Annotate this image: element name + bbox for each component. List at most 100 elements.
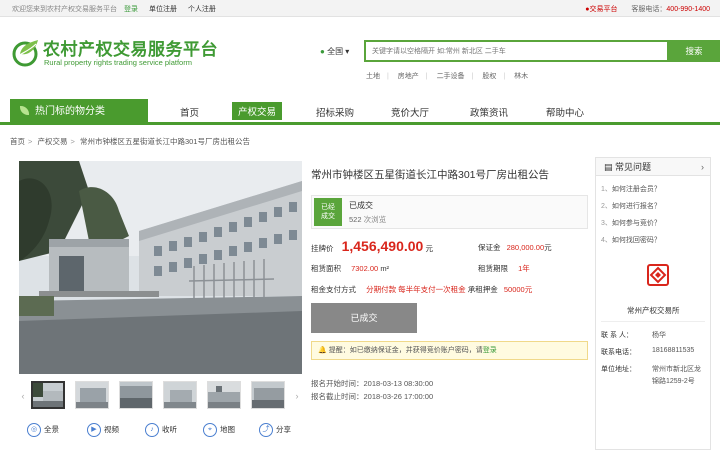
logo-title: 农村产权交易服务平台	[43, 40, 218, 60]
nav-property-trade[interactable]: 产权交易	[232, 102, 283, 120]
thumbnail-strip: ‹ ›	[19, 381, 302, 411]
transaction-done-button[interactable]: 已成交	[311, 303, 417, 333]
deposit-row: 保证金 280,000.00元	[478, 242, 552, 253]
thumbnail-image	[120, 382, 152, 408]
login-link[interactable]: 登录	[124, 6, 138, 13]
payment-row: 租金支付方式 分期付款 每半年支付一次租金 承租押金 50000元	[311, 284, 532, 295]
share-button[interactable]: ⤴ 分享	[259, 420, 291, 440]
region-selector[interactable]: ● 全国 ▾	[320, 46, 349, 57]
listing-price: 1,456,490.00	[341, 238, 424, 254]
contact-person: 联 系 人： 杨华	[601, 332, 666, 339]
category-menu[interactable]: 热门标的物分类	[10, 99, 148, 125]
video-button[interactable]: ▶ 视频	[87, 420, 119, 440]
leaf-logo-icon	[12, 40, 38, 67]
map-button[interactable]: ⌖ 地图	[203, 420, 235, 440]
thumbnail-image	[33, 383, 63, 407]
start-label: 报名开始时间：	[311, 379, 364, 388]
thumbnail-2[interactable]	[75, 381, 109, 409]
video-icon: ▶	[87, 423, 101, 438]
prev-thumb-arrow[interactable]: ‹	[19, 381, 27, 411]
register-person-link[interactable]: 个人注册	[188, 6, 216, 13]
thumbnail-6[interactable]	[251, 381, 285, 409]
hot-word[interactable]: 林木	[514, 73, 528, 80]
welcome-text: 欢迎您来到农村产权交易服务平台	[12, 6, 117, 13]
nav-bidding-hall[interactable]: 竞价大厅	[391, 105, 429, 119]
area-unit: m²	[380, 264, 390, 273]
location-pin-icon: ●	[320, 47, 325, 56]
faq-header[interactable]: ▤ 常见问题 ›	[596, 158, 710, 176]
faq-item[interactable]: 4、如何找回密码？	[601, 235, 661, 245]
exchange-name: 常州产权交易所	[627, 306, 680, 315]
nav-home[interactable]: 首页	[180, 105, 199, 119]
search-button[interactable]: 搜索	[668, 40, 720, 62]
exchange-logo-icon	[647, 264, 669, 286]
end-time: 2018-03-26 17:00:00	[363, 392, 434, 401]
area-row: 租赁面积 7302.00 m²	[311, 263, 389, 274]
nav-tender[interactable]: 招标采购	[316, 105, 354, 119]
leaf-icon	[20, 106, 29, 115]
hot-word[interactable]: 股权	[482, 73, 496, 80]
pledge-label: 承租押金	[467, 285, 498, 294]
region-label: 全国	[327, 47, 344, 56]
faq-item[interactable]: 1、如何注册会员？	[601, 184, 661, 194]
breadcrumb: 首页 > 产权交易 > 常州市钟楼区五星街道长江中路301号厂房出租公告	[10, 137, 250, 146]
vr-icon: ◎	[27, 423, 41, 438]
breadcrumb-section[interactable]: 产权交易	[37, 137, 67, 146]
nav-news[interactable]: 政策资讯	[470, 105, 508, 119]
hot-words: 土地 | 房地产 | 二手设备 | 股权 | 林木	[366, 73, 529, 80]
main-nav: 热门标的物分类 首页 产权交易 招标采购 竞价大厅 政策资讯 帮助中心	[0, 99, 720, 125]
register-org-link[interactable]: 单位注册	[149, 6, 177, 13]
faq-icon: ▤	[604, 162, 616, 172]
tip-login-link[interactable]: 登录	[483, 347, 497, 354]
hot-word[interactable]: 土地	[366, 73, 380, 80]
map-label: 地图	[220, 425, 235, 434]
panorama-label: 全景	[44, 425, 59, 434]
faq-item[interactable]: 2、如何进行报名？	[601, 201, 661, 211]
status-badge-line1: 已经	[321, 204, 335, 211]
listen-button[interactable]: ♪ 收听	[145, 420, 177, 440]
price-unit: 元	[425, 244, 433, 253]
thumbnail-4[interactable]	[163, 381, 197, 409]
thumbnail-image	[252, 382, 284, 408]
sidebar: ▤ 常见问题 › 1、如何注册会员？ 2、如何进行报名？ 3、如何参与竞价？ 4…	[595, 157, 711, 450]
hotline-number: 400-990-1400	[666, 6, 710, 13]
hotline-label: 客服电话：	[631, 6, 667, 13]
logo-subtitle: Rural property rights trading service pl…	[44, 58, 192, 67]
thumbnail-3[interactable]	[119, 381, 153, 409]
thumbnail-image	[208, 382, 240, 408]
term-label: 租赁期限	[478, 264, 508, 273]
next-thumb-arrow[interactable]: ›	[293, 381, 301, 411]
category-label: 热门标的物分类	[35, 106, 105, 117]
nav-help[interactable]: 帮助中心	[546, 105, 584, 119]
map-pin-icon: ⌖	[203, 423, 217, 438]
contact-phone: 联系电话： 18168811535	[601, 347, 695, 356]
deposit-unit: 元	[544, 243, 552, 252]
pledge-value: 50000元	[503, 285, 533, 294]
share-label: 分享	[276, 425, 291, 434]
view-count: 522 次浏览	[349, 214, 386, 225]
hot-word[interactable]: 二手设备	[437, 73, 465, 80]
price-row: 挂牌价 1,456,490.00 元	[311, 238, 433, 254]
share-icon: ⤴	[259, 423, 273, 438]
term-value: 1年	[518, 264, 530, 273]
video-label: 视频	[104, 425, 119, 434]
hot-word[interactable]: 房地产	[398, 73, 419, 80]
status-badge-line2: 成交	[321, 213, 335, 220]
registration-start: 报名开始时间：2018-03-13 08:30:00	[311, 378, 433, 389]
view-count-number: 522	[349, 215, 362, 224]
search-input[interactable]	[366, 42, 667, 60]
panorama-button[interactable]: ◎ 全景	[27, 420, 59, 440]
thumbnail-image	[164, 382, 196, 408]
breadcrumb-home[interactable]: 首页	[10, 137, 25, 146]
reminder-tip: 🔔 提醒：如已缴纳保证金，并获得竞价账户密码，请登录	[311, 341, 588, 360]
platform-link[interactable]: ●交易平台	[585, 6, 617, 13]
main-photo[interactable]	[19, 161, 302, 374]
faq-item[interactable]: 3、如何参与竞价？	[601, 218, 661, 228]
thumbnail-5[interactable]	[207, 381, 241, 409]
top-right: ●交易平台 客服电话：400-990-1400	[585, 4, 710, 14]
site-logo[interactable]: 农村产权交易服务平台 Rural property rights trading…	[10, 32, 240, 78]
thumbnail-1[interactable]	[31, 381, 65, 409]
end-label: 报名截止时间：	[311, 392, 364, 401]
deposit-value: 280,000.00	[506, 243, 545, 252]
tip-text: 提醒：如已缴纳保证金，并获得竞价账户密码，请	[328, 347, 483, 354]
